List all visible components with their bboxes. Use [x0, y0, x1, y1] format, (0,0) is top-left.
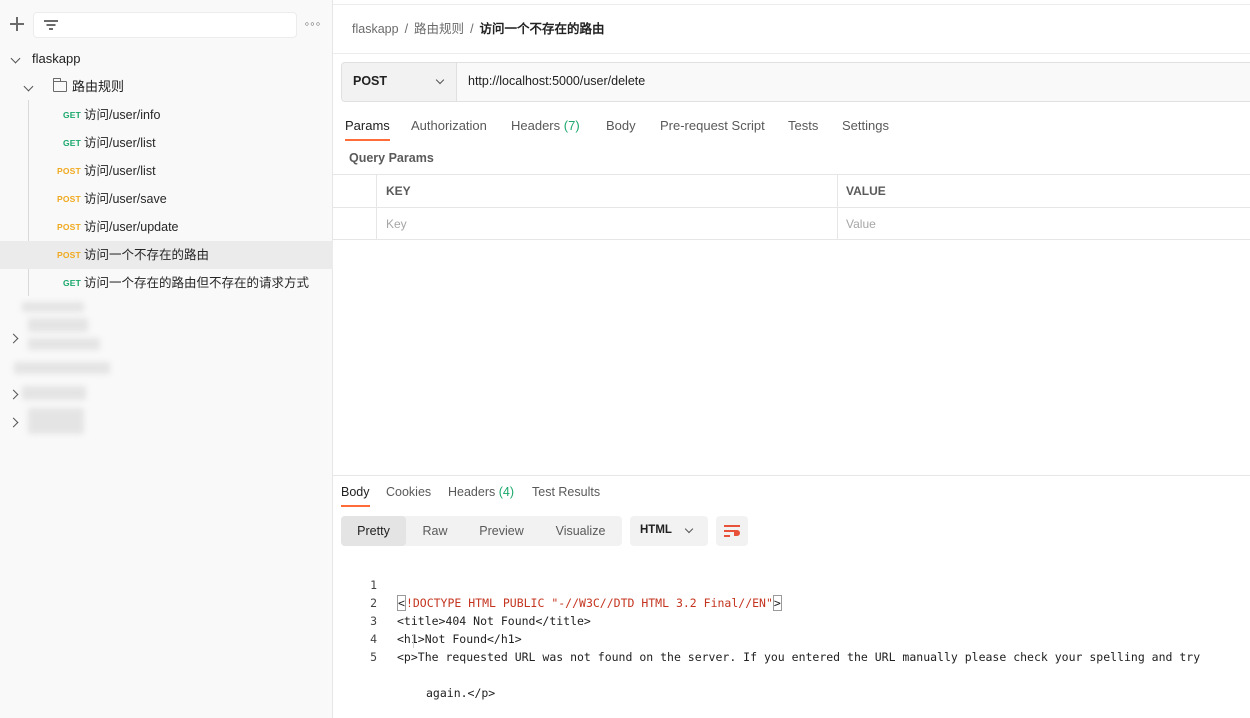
- tab-body[interactable]: Body: [606, 117, 636, 143]
- redacted-collection: [14, 362, 110, 374]
- tab-pre-request-script[interactable]: Pre-request Script: [660, 117, 765, 143]
- collection-name: flaskapp: [32, 51, 81, 66]
- method-badge: POST: [57, 250, 81, 260]
- breadcrumb-folder[interactable]: 路由规则: [414, 22, 464, 36]
- view-raw-button[interactable]: Raw: [406, 516, 464, 546]
- top-strip: [333, 0, 1250, 5]
- filter-input[interactable]: [33, 12, 297, 38]
- view-preview-button[interactable]: Preview: [464, 516, 539, 546]
- tab-authorization[interactable]: Authorization: [411, 117, 487, 143]
- column-divider[interactable]: [837, 174, 838, 240]
- method-badge: POST: [57, 222, 81, 232]
- headers-count: (4): [498, 485, 515, 499]
- method-badge: GET: [63, 110, 82, 120]
- redacted-collection: [22, 302, 84, 312]
- table-row: Key Value: [333, 207, 1250, 240]
- main-panel: flaskapp/路由规则/访问一个不存在的路由 POST Params Aut…: [333, 0, 1250, 718]
- tab-headers[interactable]: Headers (7): [511, 117, 580, 143]
- request-name: 访问/user/update: [84, 220, 179, 234]
- request-item[interactable]: GET 访问一个存在的路由但不存在的请求方式: [0, 269, 333, 297]
- tab-tests[interactable]: Tests: [788, 117, 818, 143]
- chevron-right-icon: [8, 389, 19, 400]
- method-label: POST: [353, 74, 388, 88]
- headers-count: (7): [563, 118, 580, 133]
- new-item-button[interactable]: [8, 15, 26, 33]
- tab-params[interactable]: Params: [345, 117, 390, 143]
- view-mode-group: Pretty Raw Preview Visualize: [341, 516, 622, 546]
- view-visualize-button[interactable]: Visualize: [539, 516, 622, 546]
- request-item[interactable]: POST 访问/user/list: [0, 157, 333, 185]
- app-window: ◦◦◦ flaskapp 路由规则 GET 访问/user/info GET 访…: [0, 0, 1250, 718]
- breadcrumb: flaskapp / 路由规则 / 访问一个不存在的路由: [352, 22, 605, 36]
- language-select[interactable]: HTML: [630, 516, 708, 546]
- request-name: 访问一个不存在的路由: [84, 248, 210, 262]
- code-line: 5 again.</p>: [333, 630, 495, 700]
- params-table: KEY VALUE Key Value: [333, 174, 1250, 241]
- view-pretty-button[interactable]: Pretty: [341, 516, 406, 546]
- chevron-down-icon: [10, 53, 21, 64]
- request-item[interactable]: POST 访问/user/update: [0, 213, 333, 241]
- request-name: 访问一个存在的路由但不存在的请求方式: [84, 276, 310, 290]
- tab-test-results[interactable]: Test Results: [532, 484, 600, 508]
- value-input[interactable]: Value: [846, 208, 1246, 240]
- wrap-lines-icon: [724, 524, 740, 538]
- folder-icon: [52, 78, 67, 92]
- response-divider[interactable]: [333, 475, 1250, 476]
- tab-settings[interactable]: Settings: [842, 117, 889, 143]
- chevron-down-icon: [684, 524, 694, 534]
- key-input[interactable]: Key: [386, 208, 836, 240]
- more-options-button[interactable]: ◦◦◦: [303, 16, 323, 32]
- divider: [333, 53, 1250, 54]
- value-header: VALUE: [846, 184, 886, 198]
- url-input[interactable]: [468, 74, 1228, 88]
- chevron-right-icon: [8, 333, 19, 344]
- request-name: 访问/user/save: [84, 192, 167, 206]
- request-item[interactable]: GET 访问/user/list: [0, 129, 333, 157]
- folder-name: 路由规则: [72, 79, 125, 94]
- breadcrumb-current: 访问一个不存在的路由: [479, 22, 605, 36]
- folder-routes[interactable]: 路由规则: [0, 73, 333, 101]
- redacted-collection: [28, 318, 88, 332]
- collection-flaskapp[interactable]: flaskapp: [0, 45, 333, 73]
- redacted-collection: [28, 338, 100, 350]
- request-name: 访问/user/list: [84, 164, 156, 178]
- chevron-down-icon: [23, 81, 34, 92]
- code-line: 2 <title>404 Not Found</title>: [370, 596, 591, 628]
- query-params-title: Query Params: [349, 151, 434, 165]
- method-badge: GET: [63, 138, 82, 148]
- indent-guide: [413, 634, 414, 648]
- breadcrumb-collection[interactable]: flaskapp: [352, 22, 399, 36]
- method-badge: POST: [57, 194, 81, 204]
- tab-cookies[interactable]: Cookies: [386, 484, 431, 508]
- method-badge: GET: [63, 278, 82, 288]
- tab-response-headers[interactable]: Headers (4): [448, 484, 514, 508]
- redacted-collection: [28, 408, 84, 434]
- request-name: 访问/user/info: [84, 108, 161, 122]
- url-bar: POST: [341, 62, 1250, 102]
- method-badge: POST: [57, 166, 81, 176]
- request-item-selected[interactable]: POST 访问一个不存在的路由: [0, 241, 333, 269]
- chevron-down-icon: [435, 75, 445, 85]
- column-divider: [376, 174, 377, 240]
- request-item[interactable]: GET 访问/user/info: [0, 101, 333, 129]
- request-item[interactable]: POST 访问/user/save: [0, 185, 333, 213]
- more-icon: ◦◦◦: [304, 16, 322, 31]
- language-label: HTML: [640, 524, 672, 536]
- filter-icon: [44, 19, 58, 31]
- table-header-row: KEY VALUE: [333, 174, 1250, 207]
- method-select[interactable]: POST: [342, 63, 457, 101]
- code-line: 1 <!DOCTYPE HTML PUBLIC "-//W3C//DTD HTM…: [370, 578, 782, 611]
- tab-response-body[interactable]: Body: [341, 484, 370, 508]
- sidebar: ◦◦◦ flaskapp 路由规则 GET 访问/user/info GET 访…: [0, 0, 333, 718]
- key-header: KEY: [386, 184, 411, 198]
- code-line: 4 <p>The requested URL was not found on …: [370, 632, 1201, 664]
- sidebar-toolbar: ◦◦◦: [0, 12, 333, 38]
- request-name: 访问/user/list: [84, 136, 156, 150]
- wrap-lines-button[interactable]: [716, 516, 748, 546]
- chevron-right-icon: [8, 417, 19, 428]
- redacted-collection: [22, 386, 86, 400]
- code-line: 3 <h1>Not Found</h1>: [370, 614, 522, 646]
